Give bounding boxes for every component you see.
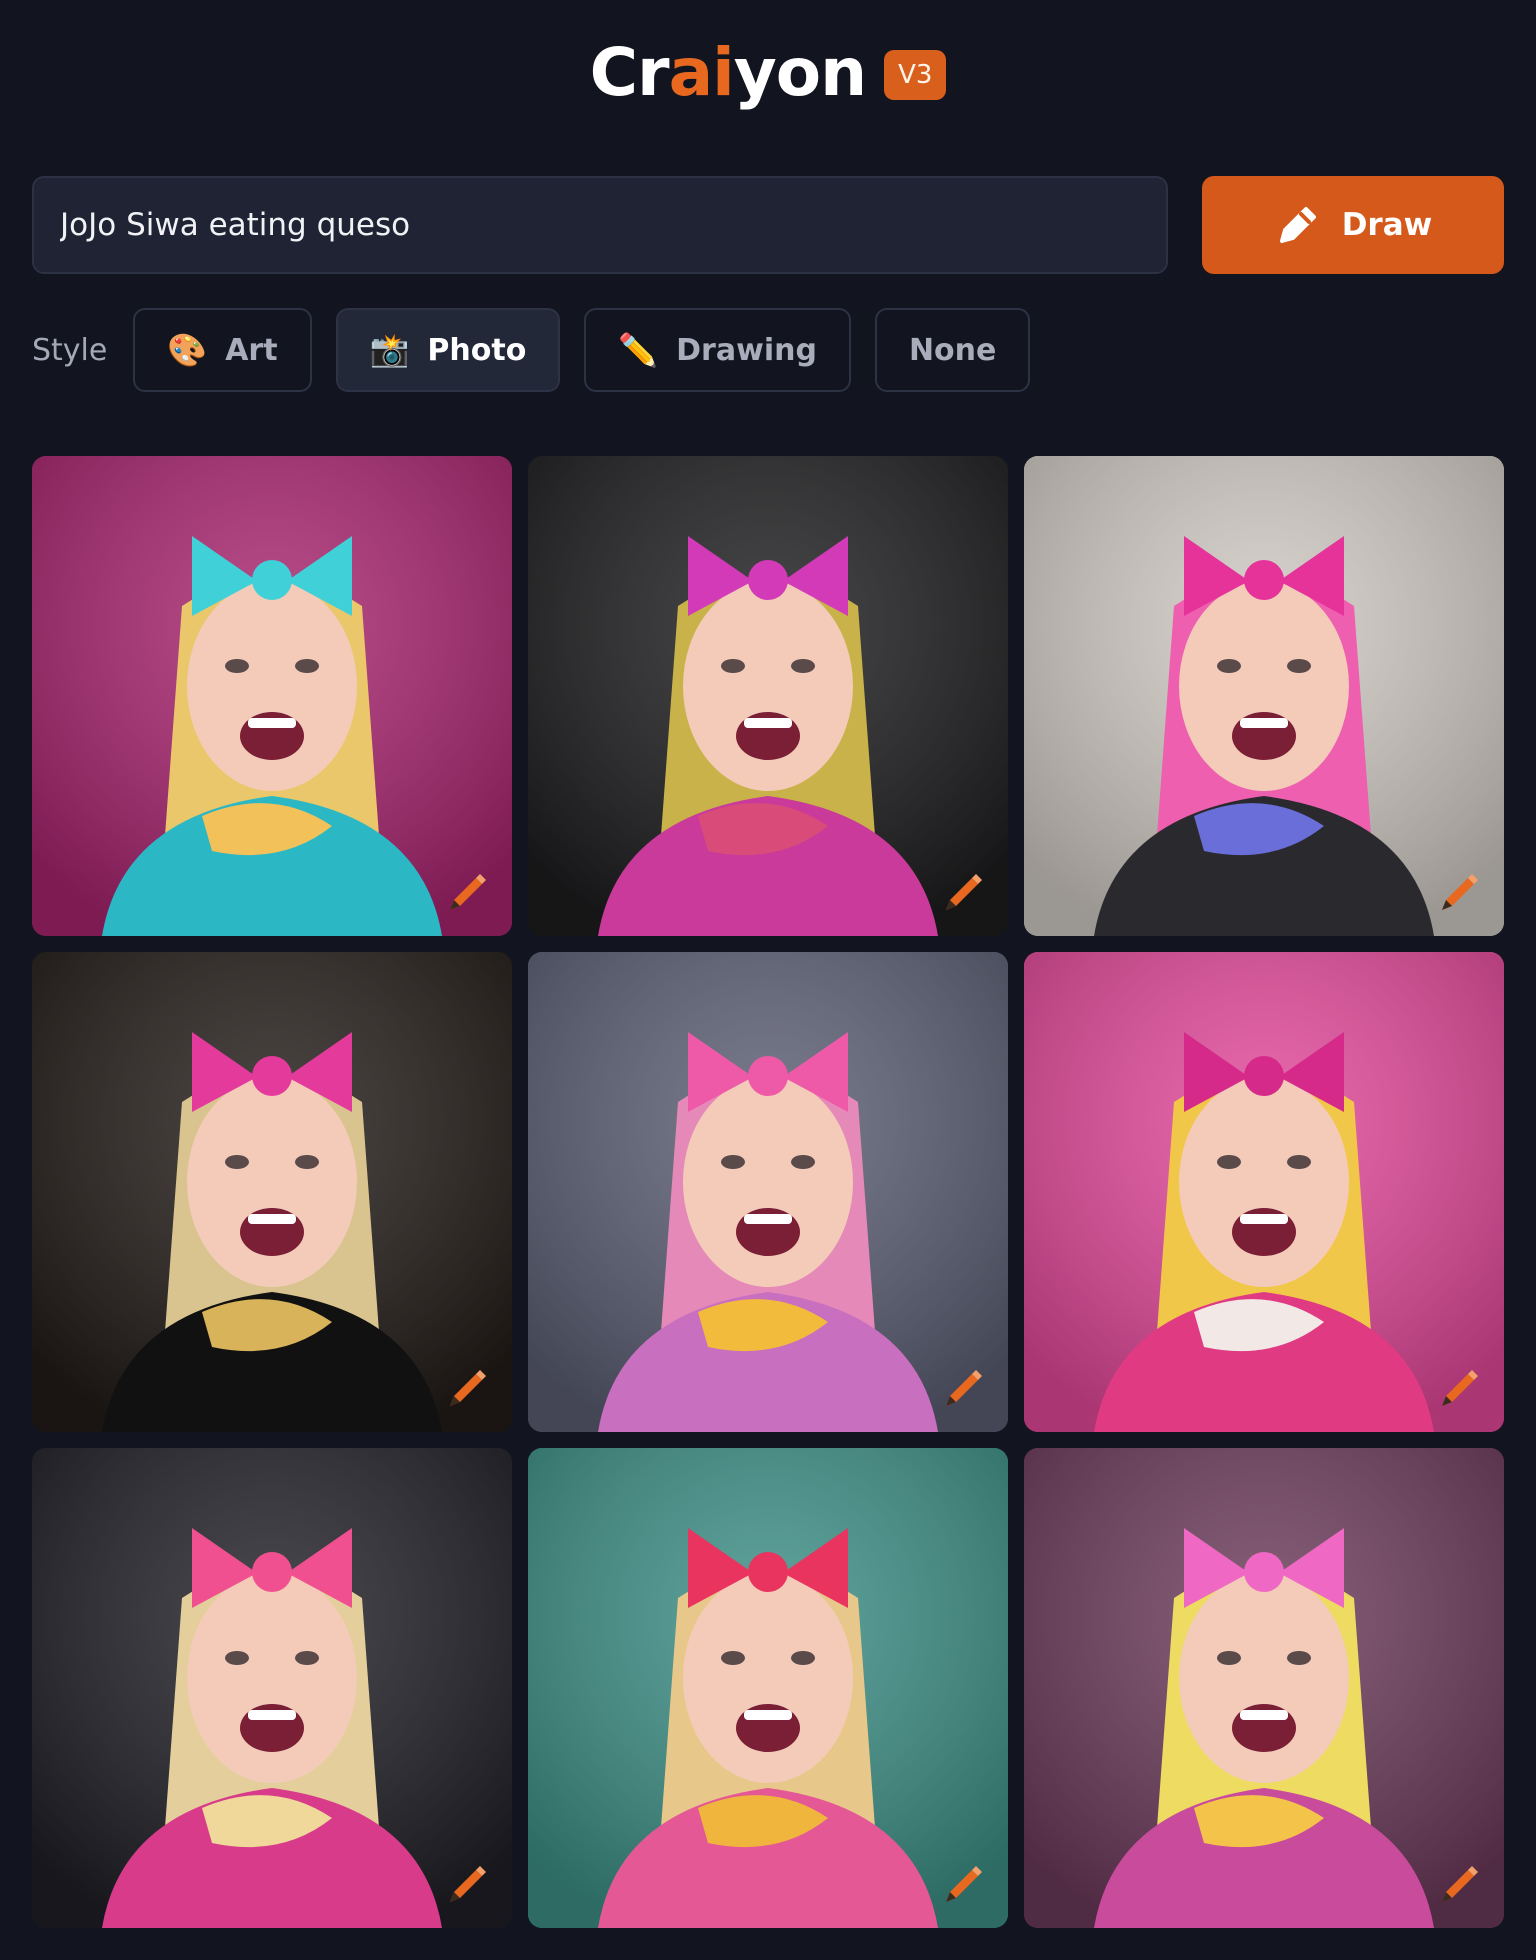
pencil-icon (1279, 207, 1316, 243)
result-image-art (32, 456, 512, 936)
style-selector: Style 🎨 Art 📸 Photo ✏️ Drawing None (32, 308, 1031, 392)
edit-pencil-icon[interactable] (938, 1860, 988, 1910)
prompt-input[interactable] (32, 176, 1168, 274)
edit-pencil-icon[interactable] (1434, 1364, 1484, 1414)
result-image-7[interactable] (32, 1448, 512, 1928)
style-photo-button[interactable]: 📸 Photo (335, 308, 561, 392)
draw-button[interactable]: Draw (1202, 176, 1504, 274)
style-art-button[interactable]: 🎨 Art (133, 308, 312, 392)
camera-flash-icon: 📸 (369, 331, 410, 369)
result-image-art (528, 1448, 1008, 1928)
edit-pencil-icon[interactable] (938, 1364, 988, 1414)
result-image-art (528, 456, 1008, 936)
result-image-art (1024, 952, 1504, 1432)
result-image-3[interactable] (1024, 456, 1504, 936)
result-image-2[interactable] (528, 456, 1008, 936)
edit-pencil-icon[interactable] (1434, 868, 1484, 918)
result-image-art (1024, 456, 1504, 936)
result-image-6[interactable] (1024, 952, 1504, 1432)
result-image-9[interactable] (1024, 1448, 1504, 1928)
edit-pencil-icon[interactable] (938, 868, 988, 918)
style-none-label: None (908, 332, 997, 368)
style-drawing-button[interactable]: ✏️ Drawing (584, 308, 851, 392)
edit-pencil-icon[interactable] (442, 868, 492, 918)
result-image-art (528, 952, 1008, 1432)
palette-icon: 🎨 (167, 331, 208, 369)
style-label: Style (32, 332, 108, 368)
style-none-button[interactable]: None (874, 308, 1031, 392)
pencil-emoji-icon: ✏️ (618, 331, 659, 369)
result-image-8[interactable] (528, 1448, 1008, 1928)
draw-button-label: Draw (1341, 207, 1433, 243)
version-badge: V3 (884, 50, 947, 100)
logo-wordmark: Craiyon (589, 34, 868, 111)
style-photo-label: Photo (427, 332, 527, 368)
result-image-5[interactable] (528, 952, 1008, 1432)
result-image-art (1024, 1448, 1504, 1928)
craiyon-page: Craiyon V3 Draw Style 🎨 Art 📸 Photo ✏️ D… (0, 0, 1536, 1960)
result-image-4[interactable] (32, 952, 512, 1432)
edit-pencil-icon[interactable] (442, 1364, 492, 1414)
style-art-label: Art (225, 332, 278, 368)
edit-pencil-icon[interactable] (1434, 1860, 1484, 1910)
results-grid (32, 456, 1504, 1928)
style-drawing-label: Drawing (676, 332, 817, 368)
logo[interactable]: Craiyon V3 (0, 40, 1536, 106)
result-image-art (32, 1448, 512, 1928)
edit-pencil-icon[interactable] (442, 1860, 492, 1910)
result-image-art (32, 952, 512, 1432)
result-image-1[interactable] (32, 456, 512, 936)
